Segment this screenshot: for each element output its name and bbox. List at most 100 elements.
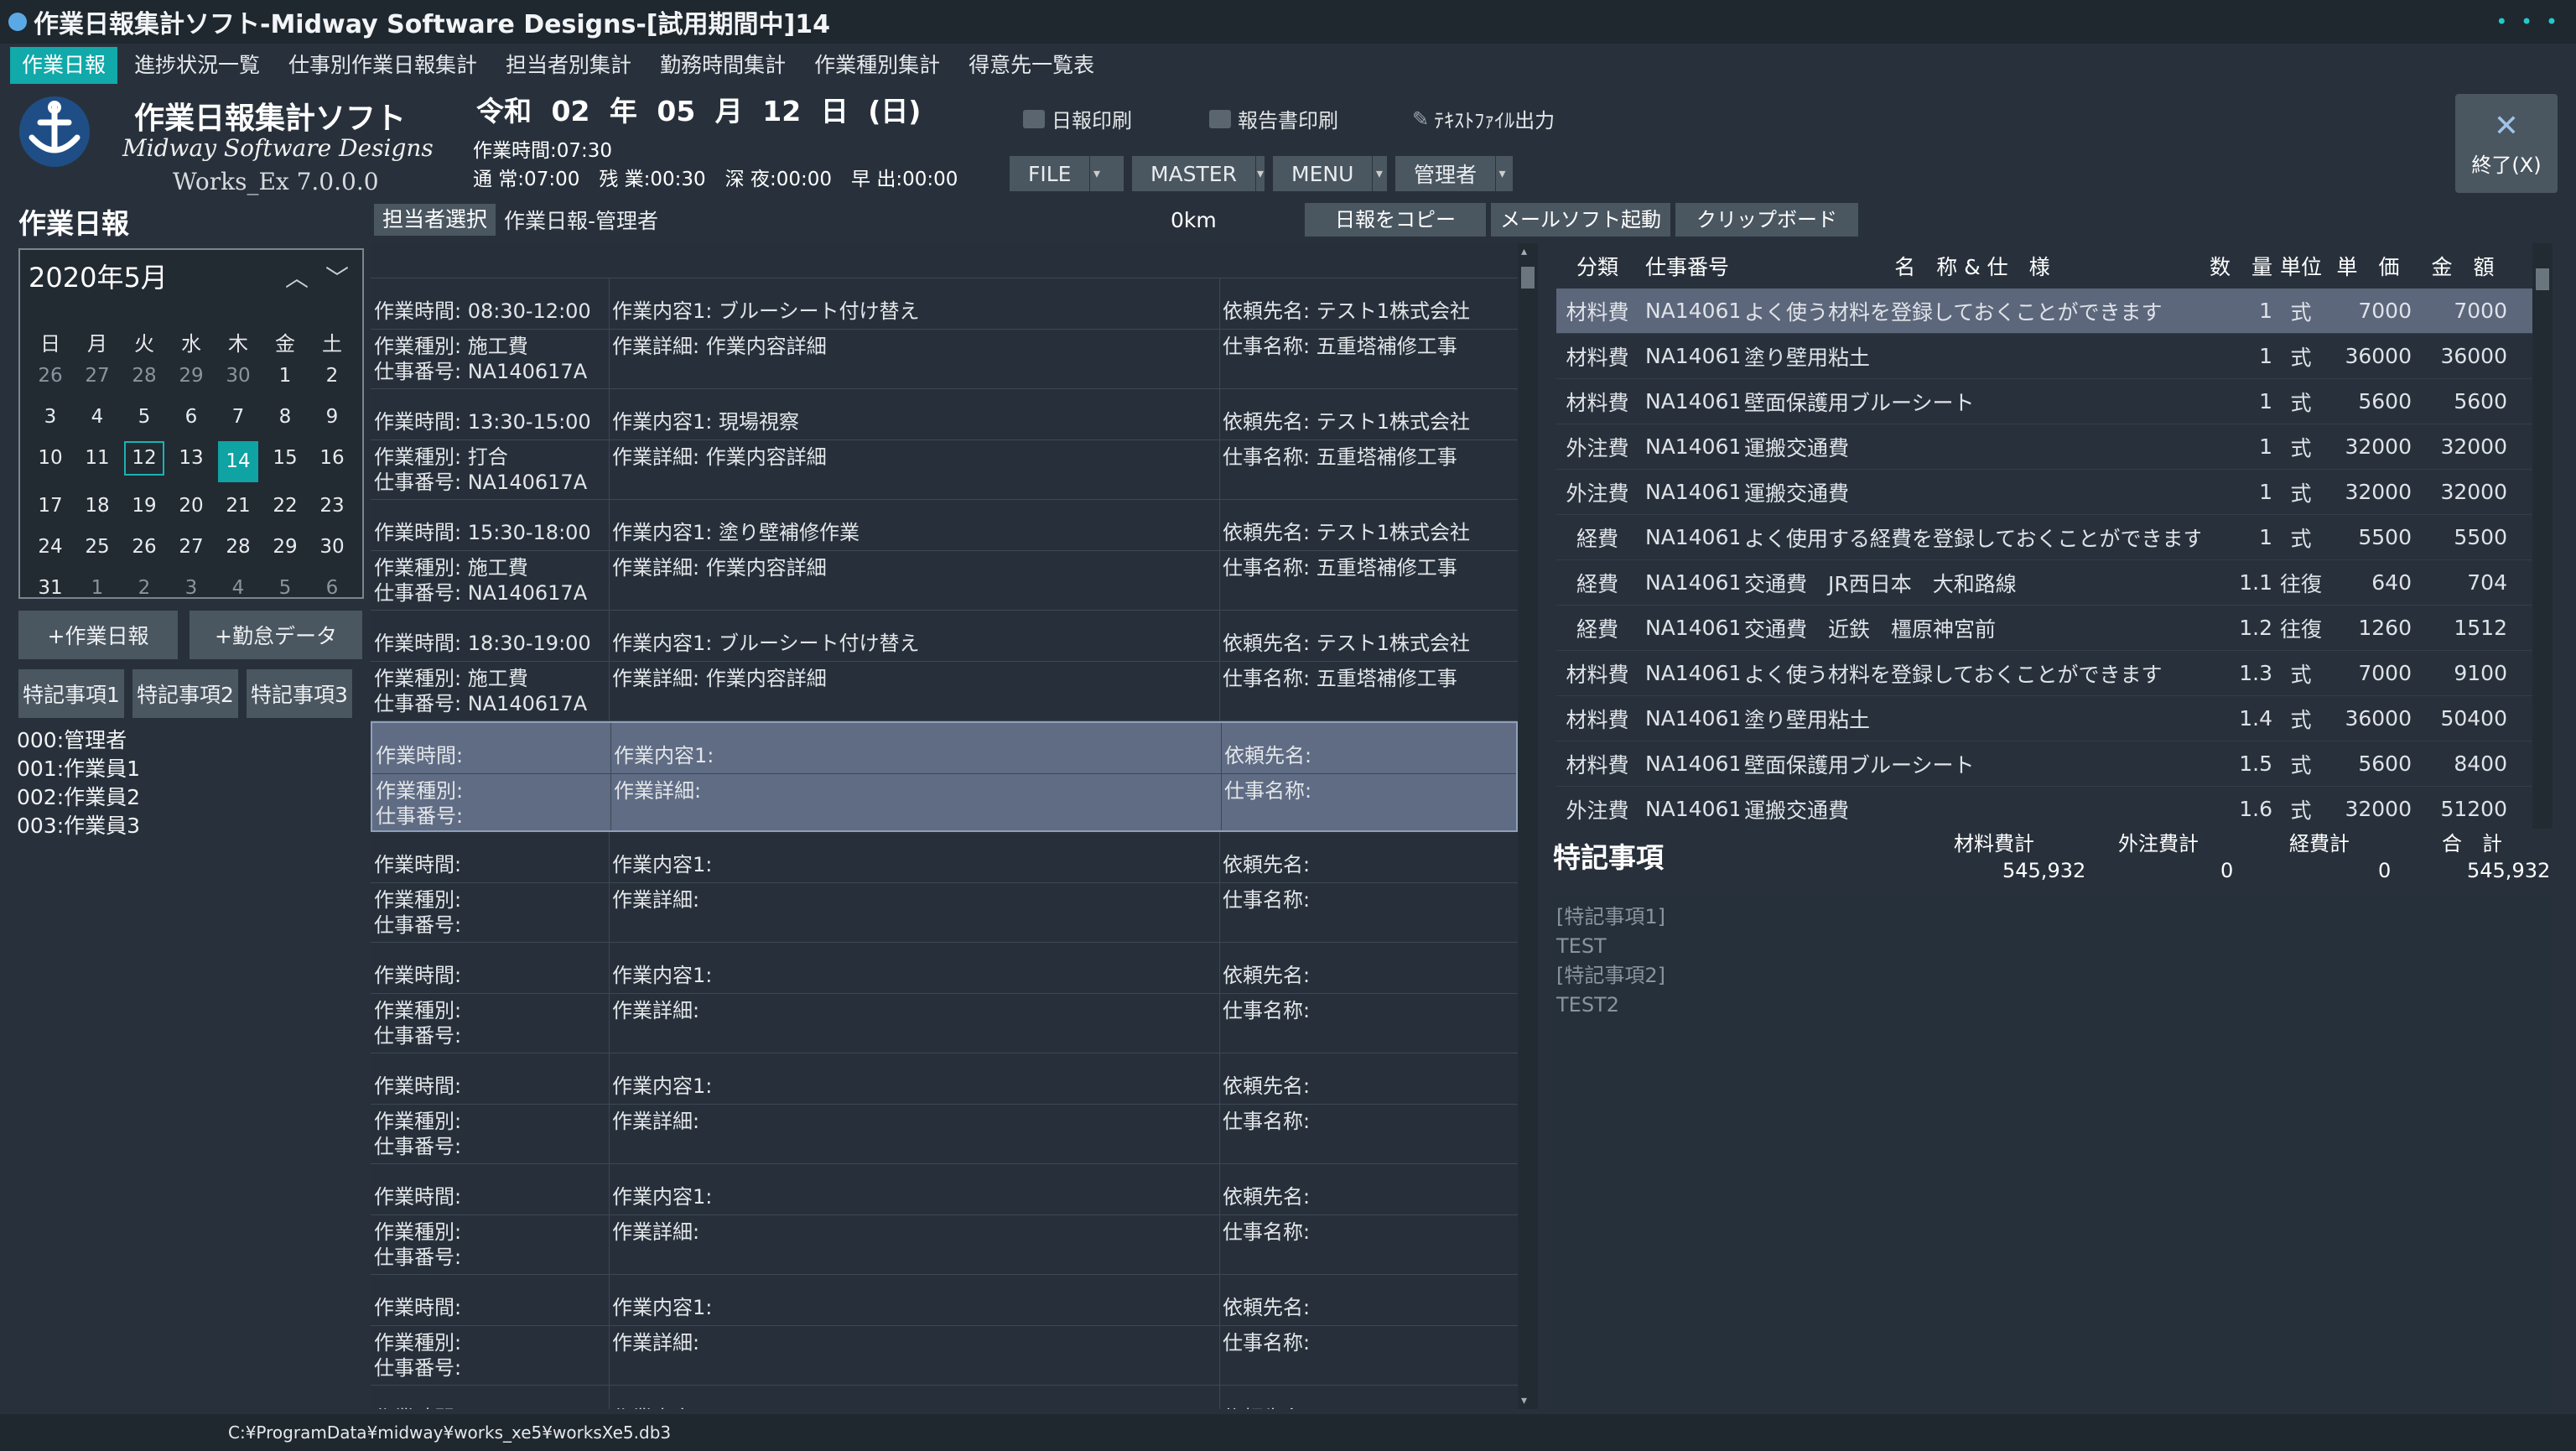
calendar-day[interactable]: 29 — [168, 356, 215, 397]
admin-menu-button[interactable]: 管理者 ▾ — [1395, 156, 1513, 191]
add-attendance-button[interactable]: +勤怠データ — [190, 611, 362, 659]
table-row[interactable]: 外注費 NA140617運搬交通費 1.6 式 32000 51200 — [1556, 787, 2536, 829]
calendar-day[interactable]: 24 — [27, 527, 74, 568]
cost-scrollbar[interactable] — [2532, 243, 2553, 829]
calendar-day[interactable]: 4 — [74, 397, 121, 438]
table-row[interactable]: 経費 NA140617交通費 近鉄 橿原神宮前 1.2 往復 1260 1512 — [1556, 606, 2536, 651]
scroll-down-icon[interactable]: ▾ — [1521, 1394, 1527, 1407]
list-item[interactable]: 002:作業員2 — [17, 783, 140, 812]
exit-button[interactable]: ✕ 終了(X) — [2455, 94, 2558, 193]
dropdown-arrow-icon[interactable]: ▾ — [1372, 156, 1385, 191]
calendar-day[interactable]: 31 — [27, 568, 74, 609]
table-row[interactable]: 材料費 NA140617壁面保護用ブルーシート 1式 5600 5600 — [1556, 379, 2536, 424]
calendar-day[interactable]: 14 — [218, 441, 258, 482]
list-item[interactable]: 作業時間:作業種別:作業内容1:作業詳細:依頼先名:仕事名称:仕事番号: — [371, 832, 1518, 943]
note2-button[interactable]: 特記事項2 — [132, 669, 238, 718]
file-menu-button[interactable]: FILE ▾ — [1010, 156, 1124, 191]
list-item[interactable]: 作業時間:作業種別:作業内容1:作業詳細:依頼先名:仕事名称:仕事番号: — [371, 1053, 1518, 1164]
calendar-day[interactable]: 4 — [215, 568, 262, 609]
mail-launch-button[interactable]: メールソフト起動 — [1491, 203, 1670, 237]
chevron-up-icon[interactable]: ︿ — [285, 260, 309, 294]
calendar-day[interactable]: 25 — [74, 527, 121, 568]
calendar-day[interactable]: 28 — [121, 356, 168, 397]
list-item[interactable]: 作業時間:作業種別:作業内容1:作業詳細:依頼先名:仕事名称:仕事番号: — [371, 943, 1518, 1053]
print-daily-button[interactable]: 日報印刷 — [1023, 104, 1132, 133]
calendar-day[interactable]: 28 — [215, 527, 262, 568]
calendar-day[interactable]: 13 — [168, 438, 215, 479]
dropdown-arrow-icon[interactable]: ▾ — [1254, 156, 1265, 191]
notes-area[interactable]: [特記事項1] TEST [特記事項2] TEST2 — [1553, 896, 2553, 1407]
calendar-day[interactable]: 29 — [262, 527, 309, 568]
calendar-day[interactable]: 30 — [215, 356, 262, 397]
clipboard-button[interactable]: クリップボード — [1675, 203, 1858, 237]
tab-client-list[interactable]: 得意先一覧表 — [957, 47, 1106, 84]
calendar-day[interactable]: 9 — [309, 397, 356, 438]
calendar-day[interactable]: 15 — [262, 438, 309, 479]
list-item[interactable]: 作業時間:作業種別:作業内容1:作業詳細:依頼先名:仕事名称:仕事番号: — [371, 1386, 1518, 1409]
master-menu-button[interactable]: MASTER ▾ — [1132, 156, 1265, 191]
chevron-down-icon[interactable]: ﹀ — [325, 260, 349, 294]
list-item[interactable]: 作業時間:作業種別:作業内容1:作業詳細:依頼先名:仕事名称:仕事番号: — [371, 721, 1518, 832]
list-item[interactable]: 000:管理者 — [17, 726, 140, 755]
more-icon[interactable]: • • • — [2496, 10, 2561, 34]
table-row[interactable]: 材料費 NA140617塗り壁用粘土 1式 36000 36000 — [1556, 334, 2536, 379]
copy-report-button[interactable]: 日報をコピー — [1305, 203, 1486, 237]
calendar-day[interactable]: 11 — [74, 438, 121, 479]
calendar-day[interactable]: 8 — [262, 397, 309, 438]
table-row[interactable]: 経費 NA140617交通費 JR西日本 大和路線 1.1 往復 640 704 — [1556, 560, 2536, 606]
calendar-day[interactable]: 16 — [309, 438, 356, 479]
list-item[interactable]: 001:作業員1 — [17, 755, 140, 783]
calendar-day[interactable]: 10 — [27, 438, 74, 479]
table-row[interactable]: 外注費 NA140617運搬交通費 1式 32000 32000 — [1556, 424, 2536, 470]
scroll-up-icon[interactable]: ▴ — [1521, 245, 1527, 258]
calendar-day[interactable]: 27 — [74, 356, 121, 397]
calendar-day[interactable]: 26 — [27, 356, 74, 397]
calendar-day[interactable]: 2 — [309, 356, 356, 397]
select-staff-button[interactable]: 担当者選択 — [374, 204, 496, 236]
tab-progress[interactable]: 進捗状況一覧 — [122, 47, 272, 84]
calendar-day[interactable]: 30 — [309, 527, 356, 568]
list-item[interactable]: 作業時間: 08:30-12:00 作業種別: 施工費 作業内容1: ブルーシート付… — [371, 278, 1518, 389]
table-row[interactable]: 材料費 NA140617よく使う材料を登録しておくことができます 1.3 式 7000 9… — [1556, 651, 2536, 696]
entries-scrollbar[interactable]: ▴ ▾ — [1518, 243, 1538, 1409]
table-row[interactable]: 材料費 NA140617よく使う材料を登録しておくことができます 1式 7000 700… — [1556, 289, 2536, 334]
dropdown-arrow-icon[interactable]: ▾ — [1089, 156, 1103, 191]
scroll-thumb[interactable] — [1521, 267, 1535, 289]
calendar-day[interactable]: 22 — [262, 486, 309, 527]
print-report-button[interactable]: 報告書印刷 — [1209, 104, 1338, 133]
calendar-day[interactable]: 12 — [121, 438, 168, 479]
table-row[interactable]: 材料費 NA140617塗り壁用粘土 1.4 式 36000 50400 — [1556, 696, 2536, 741]
dropdown-arrow-icon[interactable]: ▾ — [1495, 156, 1509, 191]
calendar-day[interactable]: 1 — [262, 356, 309, 397]
tab-worktype-summary[interactable]: 作業種別集計 — [802, 47, 952, 84]
calendar-day[interactable]: 26 — [121, 527, 168, 568]
calendar-day[interactable]: 21 — [215, 486, 262, 527]
note1-button[interactable]: 特記事項1 — [18, 669, 124, 718]
menu-button[interactable]: MENU ▾ — [1273, 156, 1387, 191]
list-item[interactable]: 作業時間: 13:30-15:00 作業種別: 打合 作業内容1: 現場視察 作業詳細… — [371, 389, 1518, 500]
list-item[interactable]: 作業時間:作業種別:作業内容1:作業詳細:依頼先名:仕事名称:仕事番号: — [371, 1164, 1518, 1275]
calendar-day[interactable]: 5 — [121, 397, 168, 438]
calendar-day[interactable]: 6 — [168, 397, 215, 438]
calendar-day[interactable]: 1 — [74, 568, 121, 609]
calendar-day[interactable]: 7 — [215, 397, 262, 438]
list-item[interactable]: 作業時間: 18:30-19:00 作業種別: 施工費 作業内容1: ブルーシート付… — [371, 611, 1518, 721]
table-row[interactable]: 外注費 NA140617運搬交通費 1式 32000 32000 — [1556, 470, 2536, 515]
list-item[interactable]: 作業時間: 15:30-18:00 作業種別: 施工費 作業内容1: 塗り壁補修作業… — [371, 500, 1518, 611]
scroll-thumb[interactable] — [2536, 268, 2549, 290]
table-row[interactable]: 材料費 NA140617壁面保護用ブルーシート 1.5 式 5600 8400 — [1556, 741, 2536, 787]
calendar-day[interactable]: 27 — [168, 527, 215, 568]
tab-worktime-summary[interactable]: 勤務時間集計 — [648, 47, 797, 84]
note3-button[interactable]: 特記事項3 — [247, 669, 352, 718]
calendar-day[interactable]: 6 — [309, 568, 356, 609]
report-date[interactable]: 令和 02 年 05 月 12 日 (日) — [476, 89, 921, 129]
calendar-day[interactable]: 2 — [121, 568, 168, 609]
calendar-day[interactable]: 18 — [74, 486, 121, 527]
calendar-day[interactable]: 20 — [168, 486, 215, 527]
calendar-day[interactable]: 3 — [168, 568, 215, 609]
tab-daily-report[interactable]: 作業日報 — [10, 47, 118, 84]
list-item[interactable]: 003:作業員3 — [17, 812, 140, 840]
calendar-day[interactable]: 5 — [262, 568, 309, 609]
add-report-button[interactable]: +作業日報 — [18, 611, 178, 659]
calendar-day[interactable]: 23 — [309, 486, 356, 527]
